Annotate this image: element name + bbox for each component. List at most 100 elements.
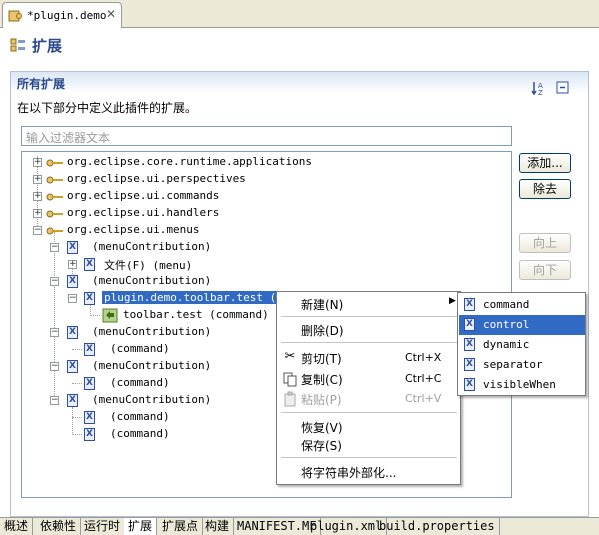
tab-runtime[interactable]: 运行时: [80, 518, 126, 535]
element-icon: X: [84, 343, 95, 356]
submenu-item-control[interactable]: X control: [459, 315, 585, 335]
scissors-icon: ✂: [284, 349, 296, 364]
collapse-icon[interactable]: −: [50, 328, 59, 337]
extension-icon: [46, 210, 63, 218]
tree-node[interactable]: + org.eclipse.ui.perspectives: [22, 171, 322, 188]
tree-node-label: (command): [110, 410, 170, 423]
submenu-arrow-icon: ▶: [449, 296, 456, 306]
tab-build-properties[interactable]: build.properties: [375, 518, 500, 535]
menu-item-delete[interactable]: 删除(D): [278, 320, 459, 339]
menu-item-copy[interactable]: 复制(C) Ctrl+C: [278, 369, 459, 388]
extension-icon: [46, 159, 63, 167]
tree-node-label: org.eclipse.ui.commands: [67, 189, 220, 202]
tree-node-label: org.eclipse.core.runtime.applications: [67, 155, 313, 168]
tab-extension-points[interactable]: 扩展点: [158, 518, 204, 535]
new-submenu: X command X control X dynamic X separato…: [457, 292, 586, 396]
collapse-icon[interactable]: −: [33, 226, 42, 235]
tab-build[interactable]: 构建: [201, 518, 235, 535]
element-icon: X: [464, 378, 475, 391]
expand-icon[interactable]: +: [33, 209, 42, 218]
tree-node-label: org.eclipse.ui.handlers: [67, 206, 220, 219]
tree-node-label: (menuContribution): [92, 325, 212, 338]
menu-item-cut[interactable]: ✂ 剪切(T) Ctrl+X: [278, 348, 459, 367]
tree-node[interactable]: + org.eclipse.ui.commands: [22, 188, 322, 205]
tree-node-label: (menuContribution): [92, 274, 212, 287]
collapse-icon[interactable]: −: [68, 294, 77, 303]
menu-item-paste[interactable]: 粘贴(P) Ctrl+V: [278, 389, 459, 408]
expand-icon[interactable]: +: [33, 192, 42, 201]
menu-item-label: 恢复(V): [301, 421, 343, 435]
collapse-icon[interactable]: −: [50, 243, 59, 252]
section-title: 所有扩展: [17, 77, 66, 91]
collapse-icon[interactable]: −: [50, 362, 59, 371]
submenu-item-dynamic[interactable]: X dynamic: [459, 335, 585, 355]
menu-item-revert[interactable]: 恢复(V): [278, 417, 459, 436]
command-icon: [102, 308, 118, 323]
tree-node[interactable]: + org.eclipse.core.runtime.applications: [22, 154, 322, 171]
element-icon: X: [84, 428, 95, 441]
expand-icon[interactable]: +: [68, 260, 77, 269]
collapse-icon[interactable]: −: [50, 396, 59, 405]
tree-node-label: org.eclipse.ui.perspectives: [67, 172, 246, 185]
expand-icon[interactable]: +: [33, 158, 42, 167]
menu-item-label: 保存(S): [301, 439, 342, 453]
section-description: 在以下部分中定义此插件的扩展。: [17, 101, 198, 115]
shortcut-label: Ctrl+V: [405, 392, 442, 405]
editor-page-tabs: 概述 依赖性 运行时 扩展 扩展点 构建 MANIFEST.MF plugin.…: [0, 517, 599, 535]
move-down-button[interactable]: 向下: [519, 260, 571, 280]
tree-node[interactable]: − X (menuContribution): [22, 273, 322, 290]
collapse-icon[interactable]: −: [50, 277, 59, 286]
tree-node-label: (menuContribution): [92, 393, 212, 406]
menu-item-label: 将字符串外部化...: [301, 466, 397, 480]
tab-dependencies[interactable]: 依赖性: [36, 518, 82, 535]
submenu-item-label: visibleWhen: [483, 378, 556, 391]
move-up-button[interactable]: 向上: [519, 233, 571, 253]
collapse-all-icon[interactable]: [554, 79, 572, 97]
submenu-item-command[interactable]: X command: [459, 295, 585, 315]
tree-node-label: plugin.demo.toolbar.test (too: [102, 291, 299, 304]
close-icon[interactable]: ✕: [106, 7, 116, 21]
tree-node[interactable]: + X 文件(F) (menu): [22, 256, 322, 273]
add-button[interactable]: 添加...: [519, 153, 571, 173]
submenu-item-separator[interactable]: X separator: [459, 355, 585, 375]
submenu-item-label: command: [483, 298, 530, 311]
sort-az-icon[interactable]: A Z: [530, 79, 548, 97]
menu-separator: [281, 412, 457, 413]
menu-item-externalize-strings[interactable]: 将字符串外部化...: [278, 462, 459, 481]
element-icon: X: [464, 318, 475, 331]
menu-item-new[interactable]: 新建(N) ▶: [278, 294, 459, 313]
element-icon: X: [67, 360, 78, 373]
element-icon: X: [84, 377, 95, 390]
tab-overview[interactable]: 概述: [0, 518, 34, 535]
menu-separator: [281, 316, 457, 317]
element-icon: X: [67, 326, 78, 339]
paste-icon: [284, 391, 296, 407]
tree-node[interactable]: − org.eclipse.ui.menus: [22, 222, 322, 239]
menu-item-label: 剪切(T): [301, 352, 342, 366]
menu-item-label: 删除(D): [301, 324, 344, 338]
tree-node-label: (command): [110, 342, 170, 355]
element-icon: X: [464, 358, 475, 371]
element-icon: X: [67, 275, 78, 288]
context-menu: 新建(N) ▶ 删除(D) ✂ 剪切(T) Ctrl+X 复制(C) Ctrl+…: [276, 291, 461, 485]
tree-node-label: org.eclipse.ui.menus: [67, 223, 200, 236]
tree-node[interactable]: + org.eclipse.ui.handlers: [22, 205, 322, 222]
editor-tab-title: *plugin.demo: [27, 9, 107, 22]
tree-node[interactable]: − X (menuContribution): [22, 239, 322, 256]
tree-node-label: (menuContribution): [92, 359, 212, 372]
remove-button[interactable]: 除去: [519, 179, 571, 199]
editor-tab[interactable]: *plugin.demo ✕: [2, 2, 122, 28]
extensions-icon: [10, 38, 25, 52]
menu-item-save[interactable]: 保存(S): [278, 435, 459, 454]
tree-node-label: toolbar.test (command): [123, 308, 269, 321]
shortcut-label: Ctrl+X: [405, 351, 442, 364]
filter-input[interactable]: 输入过滤器文本: [21, 126, 512, 146]
submenu-item-label: dynamic: [483, 338, 530, 351]
tab-extensions[interactable]: 扩展: [124, 518, 158, 535]
tree-node-label: (command): [110, 376, 170, 389]
submenu-item-visiblewhen[interactable]: X visibleWhen: [459, 375, 585, 395]
element-icon: X: [464, 298, 475, 311]
svg-text:Z: Z: [538, 89, 543, 97]
expand-icon[interactable]: +: [33, 175, 42, 184]
element-icon: X: [67, 394, 78, 407]
